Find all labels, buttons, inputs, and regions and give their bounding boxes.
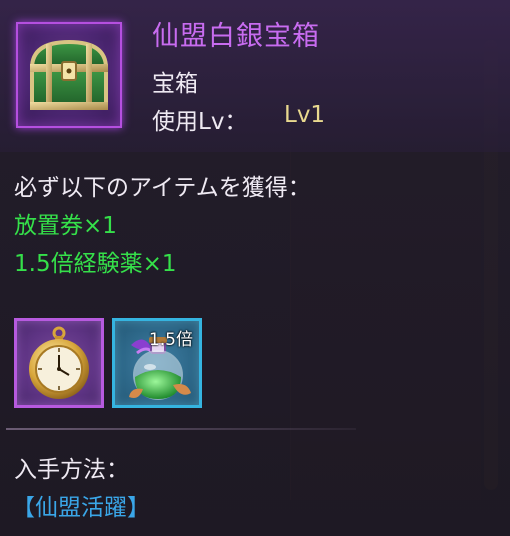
- exp-multiplier-badge: 1.5倍: [148, 330, 193, 350]
- treasure-chest-icon: [29, 39, 109, 110]
- item-tooltip: 仙盟白銀宝箱 宝箱 使用Lv： Lv1 必ず以下のアイテムを獲得： 放置券×1 …: [0, 0, 510, 536]
- reward-slot-exp-potion[interactable]: 1.5倍: [112, 318, 202, 408]
- item-description: 必ず以下のアイテムを獲得：: [14, 175, 311, 201]
- reward-text-2: 1.5倍経験薬×1: [14, 251, 177, 277]
- item-level-value: Lv1: [284, 102, 326, 128]
- item-level-label: 使用Lv：: [152, 109, 248, 135]
- item-title: 仙盟白銀宝箱: [152, 21, 320, 52]
- reward-text-1: 放置券×1: [14, 213, 117, 239]
- pocket-watch-icon: [29, 326, 89, 399]
- acquisition-label: 入手方法：: [14, 457, 129, 483]
- item-type: 宝箱: [152, 71, 198, 97]
- acquisition-source-link[interactable]: 【仙盟活躍】: [12, 488, 150, 522]
- item-icon-frame: [16, 22, 122, 128]
- reward-slot-pocket-watch[interactable]: [14, 318, 104, 408]
- section-divider: [6, 428, 356, 430]
